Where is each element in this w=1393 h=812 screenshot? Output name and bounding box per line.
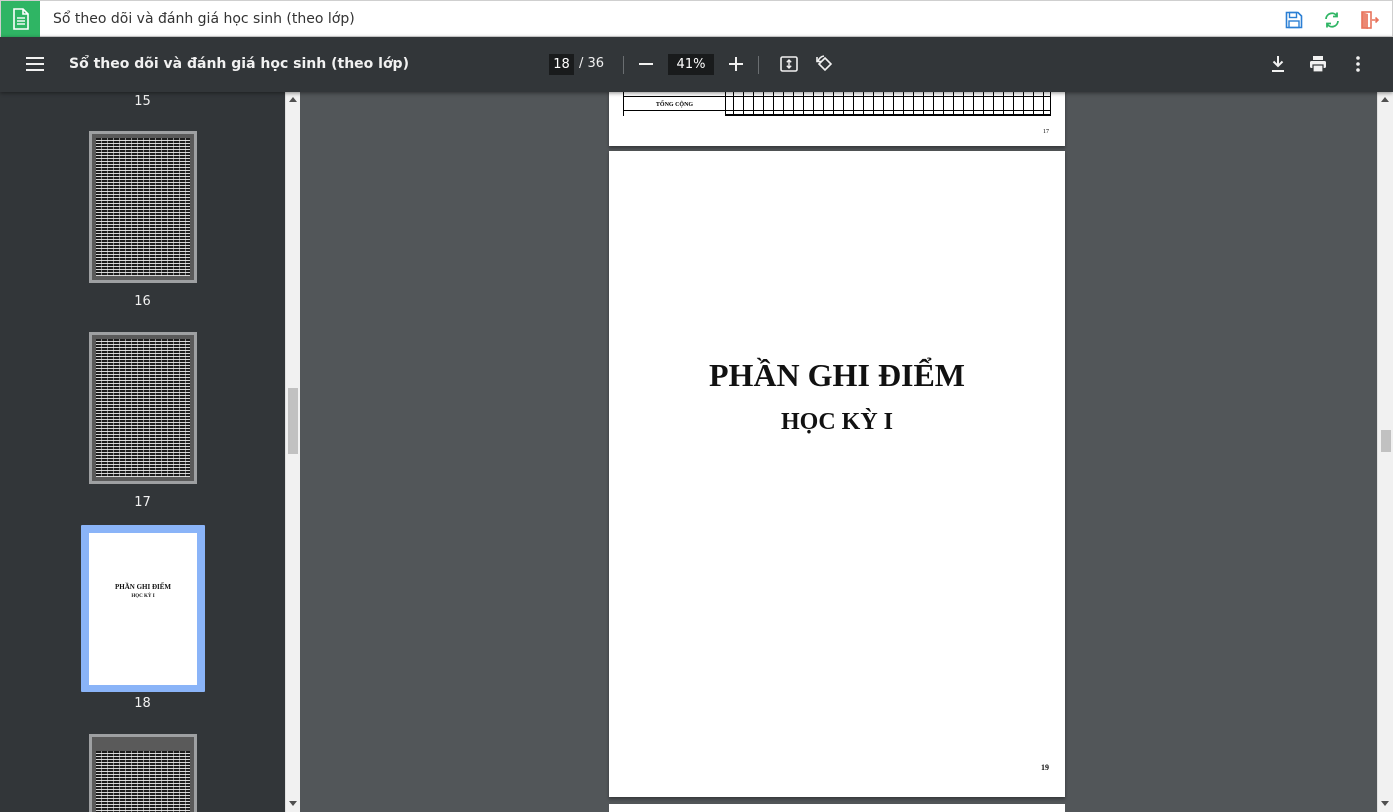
thumbnail-table-columns — [96, 751, 190, 812]
document-icon — [1, 1, 40, 37]
minus-icon[interactable] — [631, 49, 661, 79]
sidebar-scrollbar-thumb[interactable] — [288, 388, 298, 454]
viewer-scrollbar-thumb[interactable] — [1381, 430, 1391, 452]
thumbnail-page-17[interactable] — [89, 332, 197, 484]
scroll-down-arrow-icon[interactable] — [1381, 801, 1389, 806]
thumbnail-label: 17 — [134, 495, 151, 510]
scroll-down-arrow-icon[interactable] — [289, 801, 297, 806]
sidebar-scrollbar[interactable] — [285, 92, 300, 812]
exit-icon[interactable] — [1360, 10, 1380, 30]
thumbnail-label: 16 — [134, 294, 151, 309]
thumbnail-subheading: HỌC KỲ I — [131, 594, 155, 599]
window-title-bar: Sổ theo dõi và đánh giá học sinh (theo l… — [0, 0, 1393, 37]
table-total-label: TỔNG CỘNG — [655, 102, 694, 108]
zoom-level-input[interactable]: 41% — [668, 54, 714, 75]
table-row-line — [623, 110, 1051, 111]
document-page-current: PHẦN GHI ĐIỂM HỌC KỲ I 19 — [609, 151, 1065, 797]
thumbnail-label: 15 — [134, 94, 151, 109]
page-subheading: HỌC KỲ I — [780, 409, 893, 435]
pdf-toolbar: Sổ theo dõi và đánh giá học sinh (theo l… — [0, 37, 1393, 92]
toolbar-divider — [623, 56, 624, 74]
print-icon[interactable] — [1303, 49, 1333, 79]
table-row-line — [623, 96, 1051, 97]
document-page-next — [609, 804, 1065, 812]
document-viewer: TỔNG CỘNG 17 PHẦN GHI ĐIỂM HỌC KỲ I 19 — [300, 92, 1377, 812]
fit-to-page-icon[interactable] — [774, 49, 804, 79]
rotate-icon[interactable] — [810, 49, 840, 79]
save-icon[interactable] — [1284, 10, 1304, 30]
hamburger-menu-icon[interactable] — [20, 49, 50, 79]
page-number-input[interactable]: 18 — [549, 54, 574, 75]
thumbnail-table-columns — [96, 339, 190, 477]
document-page-previous: TỔNG CỘNG 17 — [609, 92, 1065, 146]
document-title: Sổ theo dõi và đánh giá học sinh (theo l… — [69, 56, 409, 72]
page-total: / 36 — [579, 56, 605, 71]
scroll-up-arrow-icon[interactable] — [1381, 97, 1389, 102]
scroll-up-arrow-icon[interactable] — [289, 97, 297, 102]
page-number: 19 — [1041, 763, 1049, 772]
toolbar-divider — [758, 56, 759, 74]
page-number: 17 — [1043, 129, 1049, 135]
more-vertical-icon[interactable] — [1343, 49, 1373, 79]
page-heading: PHẦN GHI ĐIỂM — [709, 357, 965, 393]
thumbnail-table-columns — [96, 138, 190, 276]
download-icon[interactable] — [1263, 49, 1293, 79]
plus-icon[interactable] — [721, 49, 751, 79]
thumbnail-heading: PHẦN GHI ĐIỂM — [115, 583, 171, 591]
thumbnail-sidebar: 15 16 17 PHẦN GHI ĐIỂM HỌC KỲ I 18 — [0, 92, 285, 812]
viewer-scrollbar[interactable] — [1377, 92, 1393, 812]
refresh-icon[interactable] — [1322, 10, 1342, 30]
thumbnail-label: 18 — [134, 696, 151, 711]
thumbnail-page-18[interactable]: PHẦN GHI ĐIỂM HỌC KỲ I — [89, 533, 197, 685]
window-title: Sổ theo dõi và đánh giá học sinh (theo l… — [53, 11, 355, 27]
thumbnail-page-19[interactable] — [89, 734, 197, 812]
thumbnail-page-16[interactable] — [89, 131, 197, 283]
